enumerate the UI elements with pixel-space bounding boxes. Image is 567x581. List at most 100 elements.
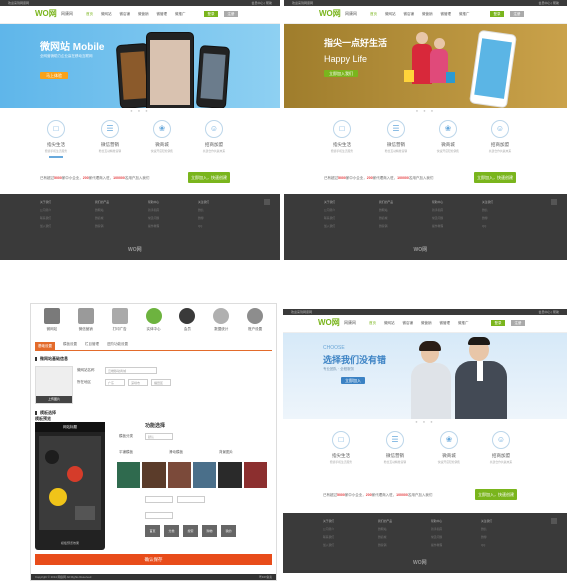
template-thumb[interactable]: [243, 462, 267, 488]
nav-item[interactable]: 微管理: [440, 321, 451, 326]
layout-select[interactable]: [145, 512, 173, 519]
feature-desc: 便捷手机生活服务: [329, 460, 353, 464]
func-label[interactable]: 背景图片: [219, 450, 233, 455]
hero-subtitle: 全网营销助力企业赢在移动互联网: [40, 54, 93, 58]
feature-item[interactable]: ❀ 微商城 快速开店轻松销售: [142, 120, 182, 153]
join-button[interactable]: 立即加入，快速创建: [475, 489, 517, 500]
icp-text: 粤ICP备案: [258, 575, 272, 579]
nav-mini-item[interactable]: 分类: [164, 525, 179, 537]
top-links[interactable]: 会员中心 | 帮助: [539, 1, 559, 5]
template-thumb[interactable]: [167, 462, 191, 488]
feature-row: □ 指尖生活 便捷手机生活服务 ☰ 微信营销 粉丝互动精准营销 ❀ 微商城 快速…: [283, 425, 567, 483]
template-thumb[interactable]: [117, 462, 141, 488]
template-thumb[interactable]: [218, 462, 242, 488]
func-label[interactable]: 滑动模板: [169, 450, 183, 455]
nav-item[interactable]: 微店铺: [120, 12, 131, 17]
feature-title: 指尖生活: [333, 142, 351, 147]
nav-item[interactable]: 微网站: [101, 12, 112, 17]
nav-item-home[interactable]: 首页: [369, 321, 376, 326]
footer-logo: WO网: [413, 247, 428, 253]
template-thumb[interactable]: [192, 462, 217, 488]
join-button[interactable]: 立即加入，快速创建: [188, 172, 230, 183]
nav-item[interactable]: 微管理: [157, 12, 168, 17]
nav-item[interactable]: 微营销: [138, 12, 149, 17]
site-logo[interactable]: WO网 网康网: [35, 9, 73, 19]
hero-cta-button[interactable]: 立即加入: [341, 377, 365, 384]
back-to-top-button[interactable]: [551, 199, 557, 205]
nav-item[interactable]: 微管理: [441, 12, 452, 17]
phone-content: [39, 436, 101, 530]
nav-mini-item[interactable]: 首页: [145, 525, 160, 537]
login-button[interactable]: 登录: [204, 11, 218, 17]
nav-item[interactable]: 微店铺: [404, 12, 415, 17]
login-button[interactable]: 登录: [491, 320, 505, 326]
tab-stats[interactable]: 数据统计: [204, 308, 238, 338]
save-button[interactable]: 确认保存: [35, 554, 272, 565]
nav-item[interactable]: 微网站: [385, 12, 396, 17]
nav-item[interactable]: 微网站: [384, 321, 395, 326]
func-label[interactable]: 平铺模板: [119, 450, 133, 455]
chat-icon: [77, 308, 94, 324]
logo-tagline: 网康网: [344, 320, 356, 325]
tab-print[interactable]: 打印广告: [103, 308, 137, 338]
chat-icon: ☰: [387, 120, 405, 138]
tab-settings[interactable]: 账户设置: [238, 308, 272, 338]
hero-cta-button[interactable]: 立即加入我们: [324, 70, 358, 77]
nav-item-home[interactable]: 首页: [86, 12, 93, 17]
district-select[interactable]: 福田区: [151, 379, 171, 386]
subtab[interactable]: 进阶功能设置: [107, 342, 128, 350]
top-links[interactable]: 会员中心 | 帮助: [252, 1, 272, 5]
user-icon: [179, 308, 196, 324]
landing-page-life: 欢迎来到网康网 会员中心 | 帮助 WO网 网康网 首页 微网站 微店铺 微营销…: [284, 0, 567, 268]
register-button[interactable]: 注册: [510, 11, 524, 17]
nav-item-home[interactable]: 首页: [370, 12, 377, 17]
feature-item[interactable]: □ 指尖生活 便捷手机生活服务: [322, 120, 362, 153]
register-button[interactable]: 注册: [511, 320, 525, 326]
tab-microsite[interactable]: 微网站: [35, 308, 69, 338]
feature-item[interactable]: ☰ 微信营销 粉丝互动精准营销: [90, 120, 130, 153]
site-logo[interactable]: WO网 网康网: [319, 9, 357, 19]
nav-item[interactable]: 微推广: [459, 12, 470, 17]
feature-item[interactable]: ☰ 微信营销 粉丝互动精准营销: [376, 120, 416, 153]
feature-item[interactable]: ❀ 微商城 快速开店轻松销售: [429, 431, 469, 464]
login-button[interactable]: 登录: [490, 11, 504, 17]
feature-item[interactable]: ☺ 招商加盟 共建合作共赢未来: [481, 431, 521, 464]
feature-desc: 共建合作共赢未来: [202, 149, 226, 153]
subtab-basic[interactable]: 基础设置: [35, 342, 55, 350]
nav-item[interactable]: 微推广: [458, 321, 469, 326]
nav-mini-item[interactable]: 搜索: [183, 525, 198, 537]
hero-cta-button[interactable]: 马上体验: [40, 72, 68, 79]
nav-item[interactable]: 微推广: [175, 12, 186, 17]
style-select[interactable]: [145, 496, 173, 503]
nav-item[interactable]: 微店铺: [403, 321, 414, 326]
back-to-top-button[interactable]: [264, 199, 270, 205]
feature-item[interactable]: ☰ 微信营销 粉丝互动精准营销: [375, 431, 415, 464]
feature-item[interactable]: □ 指尖生活 便捷手机生活服务: [321, 431, 361, 464]
feature-item[interactable]: ☺ 招商加盟 共建合作共赢未来: [194, 120, 234, 153]
tab-member[interactable]: 会员: [170, 308, 204, 338]
site-logo[interactable]: WO网 网康网: [318, 318, 356, 328]
nav-mini-item[interactable]: 购物: [202, 525, 217, 537]
province-select[interactable]: 广东: [105, 379, 125, 386]
nav-mini-item[interactable]: 我的: [221, 525, 236, 537]
upload-button[interactable]: 上传图片: [36, 396, 72, 403]
back-to-top-button[interactable]: [551, 518, 557, 524]
tab-entity[interactable]: 实体中心: [137, 308, 171, 338]
site-name-input[interactable]: 云端移动商城: [105, 367, 157, 374]
feature-item[interactable]: ❀ 微商城 快速开店轻松销售: [428, 120, 468, 153]
feature-item[interactable]: □ 指尖生活 便捷手机生活服务: [36, 120, 76, 158]
subtab[interactable]: 模板设置: [63, 342, 77, 350]
logo-upload-area[interactable]: 上传图片: [35, 366, 73, 404]
join-button[interactable]: 立即加入，快速创建: [474, 172, 516, 183]
color-select[interactable]: [177, 496, 205, 503]
city-select[interactable]: 深圳市: [128, 379, 148, 386]
tab-wechat[interactable]: 微信营销: [69, 308, 103, 338]
top-links[interactable]: 会员中心 | 帮助: [539, 310, 559, 314]
nav-item[interactable]: 微营销: [422, 12, 433, 17]
category-select[interactable]: 默认: [145, 433, 173, 440]
subtab[interactable]: 栏目管理: [85, 342, 99, 350]
nav-item[interactable]: 微营销: [421, 321, 432, 326]
feature-item[interactable]: ☺ 招商加盟 共建合作共赢未来: [480, 120, 520, 153]
register-button[interactable]: 注册: [224, 11, 238, 17]
template-thumb[interactable]: [142, 462, 166, 488]
